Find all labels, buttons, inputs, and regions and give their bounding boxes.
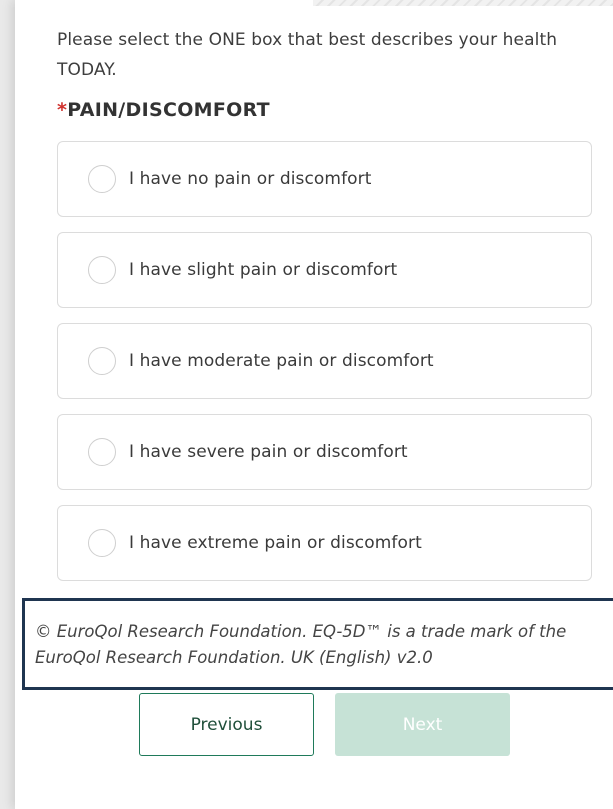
next-button[interactable]: Next: [335, 693, 510, 756]
option-moderate-pain[interactable]: I have moderate pain or discomfort: [57, 323, 592, 399]
answer-options: I have no pain or discomfort I have slig…: [57, 141, 592, 596]
question-title-text: PAIN/DISCOMFORT: [67, 99, 270, 121]
question-title: *PAIN/DISCOMFORT: [57, 99, 270, 121]
option-severe-pain[interactable]: I have severe pain or discomfort: [57, 414, 592, 490]
radio-button[interactable]: [88, 347, 116, 375]
instruction-text: Please select the ONE box that best desc…: [57, 30, 558, 80]
option-label: I have no pain or discomfort: [129, 169, 372, 189]
previous-button[interactable]: Previous: [139, 693, 314, 756]
radio-button[interactable]: [88, 256, 116, 284]
option-slight-pain[interactable]: I have slight pain or discomfort: [57, 232, 592, 308]
option-no-pain[interactable]: I have no pain or discomfort: [57, 141, 592, 217]
option-label: I have moderate pain or discomfort: [129, 351, 434, 371]
required-marker: *: [57, 99, 68, 121]
survey-page: Please select the ONE box that best desc…: [0, 0, 613, 809]
radio-button[interactable]: [88, 438, 116, 466]
radio-button[interactable]: [88, 165, 116, 193]
option-label: I have slight pain or discomfort: [129, 260, 398, 280]
option-label: I have severe pain or discomfort: [129, 442, 408, 462]
radio-button[interactable]: [88, 529, 116, 557]
option-extreme-pain[interactable]: I have extreme pain or discomfort: [57, 505, 592, 581]
header-decoration: [313, 0, 613, 6]
option-label: I have extreme pain or discomfort: [129, 533, 422, 553]
copyright-notice: © EuroQol Research Foundation. EQ-5D™ is…: [22, 598, 613, 690]
